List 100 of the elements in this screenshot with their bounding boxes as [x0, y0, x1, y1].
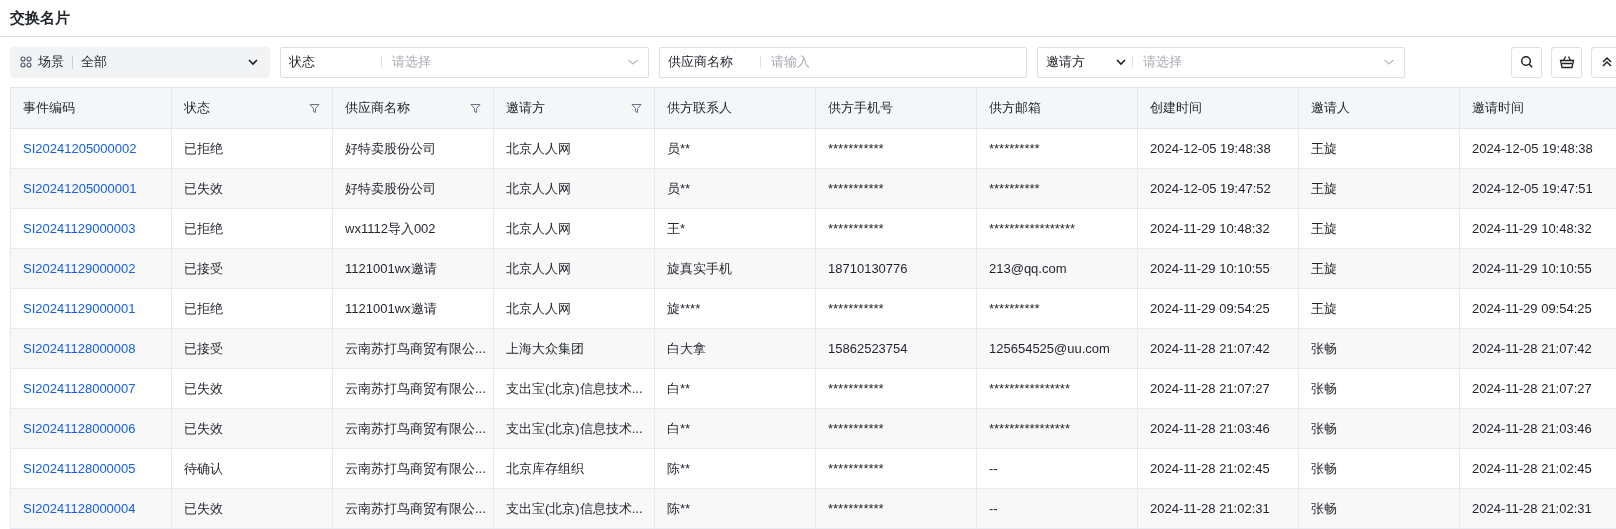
field-label: 状态: [289, 53, 316, 72]
table-cell: 1121001wx邀请: [345, 260, 437, 276]
table-cell: 支出宝(北京)信息技术...: [506, 380, 643, 396]
column-header: 邀请方: [506, 99, 545, 118]
table-cell: 旋****: [667, 300, 701, 316]
table-cell: ***********: [828, 140, 884, 156]
table-cell: 王旋: [1311, 300, 1337, 316]
table-cell: *****************: [989, 220, 1075, 236]
table-cell: 已拒绝: [184, 220, 223, 236]
table-cell: 北京人人网: [506, 140, 571, 156]
scene-selector[interactable]: 场景 全部: [10, 46, 270, 78]
column-header: 邀请人: [1311, 99, 1350, 118]
table-cell: 张畅: [1311, 340, 1337, 356]
table-cell: 2024-11-28 21:02:31: [1150, 500, 1270, 516]
table-cell: --: [989, 500, 998, 516]
table-cell: ***********: [828, 380, 884, 396]
column-header: 供方手机号: [828, 99, 893, 118]
placeholder-text: 请选择: [1143, 53, 1182, 72]
table-cell: 待确认: [184, 460, 223, 476]
table-cell: 已失效: [184, 420, 223, 436]
table-cell: 1121001wx邀请: [345, 300, 437, 316]
table-cell: 2024-12-05 19:47:52: [1150, 180, 1271, 196]
table-cell: 云南苏打鸟商贸有限公...: [345, 380, 486, 396]
table-cell: 陈**: [667, 460, 691, 476]
table-cell: 好特卖股份公司: [345, 180, 436, 196]
table-cell: wx1112导入002: [345, 220, 436, 236]
table-cell: ***********: [828, 300, 884, 316]
table-cell: 已接受: [184, 260, 223, 276]
table-cell: 15862523754: [828, 340, 908, 356]
table-cell: 北京人人网: [506, 260, 571, 276]
table-cell: 213@qq.com: [989, 260, 1067, 276]
collapse-icon: [1600, 56, 1613, 68]
table-cell: ***********: [828, 220, 884, 236]
scene-value: 全部: [81, 53, 107, 72]
table-cell: 2024-11-28 21:07:42: [1472, 340, 1592, 356]
table-cell: 已失效: [184, 380, 223, 396]
table-cell: 王旋: [1311, 140, 1337, 156]
table-cell: 支出宝(北京)信息技术...: [506, 500, 643, 516]
table-cell: 2024-11-28 21:07:27: [1150, 380, 1270, 396]
table-cell: 旋真实手机: [667, 260, 732, 276]
table-cell: 云南苏打鸟商贸有限公...: [345, 420, 486, 436]
table-cell: 北京人人网: [506, 220, 571, 236]
table-cell: 云南苏打鸟商贸有限公...: [345, 340, 486, 356]
table-cell: 张畅: [1311, 380, 1337, 396]
table-cell: 北京库存组织: [506, 460, 584, 476]
table-cell: 支出宝(北京)信息技术...: [506, 420, 643, 436]
table-cell: 2024-11-29 10:48:32: [1150, 220, 1270, 236]
table-cell: 白大拿: [667, 340, 706, 356]
table-cell: **********: [989, 300, 1040, 316]
table-cell: ***********: [828, 460, 884, 476]
page-title: 交换名片: [10, 7, 70, 28]
table-cell: 员**: [667, 180, 691, 196]
basket-icon: [1558, 55, 1575, 69]
table-cell: 张畅: [1311, 420, 1337, 436]
search-icon: [1519, 55, 1534, 69]
column-header: 创建时间: [1150, 99, 1202, 118]
table-cell: 北京人人网: [506, 300, 571, 316]
table-cell: 2024-11-28 21:03:46: [1150, 420, 1270, 436]
search-button[interactable]: [1511, 46, 1542, 78]
table-cell: 2024-12-05 19:48:38: [1472, 140, 1593, 156]
column-header: 事件编码: [23, 99, 75, 118]
basket-button[interactable]: [1551, 46, 1582, 78]
table-cell: 好特卖股份公司: [345, 140, 436, 156]
table-cell: 2024-11-28 21:03:46: [1472, 420, 1592, 436]
table-cell: 已失效: [184, 500, 223, 516]
filter-icon[interactable]: [470, 102, 481, 114]
table-cell: 已拒绝: [184, 300, 223, 316]
table-cell: ****************: [989, 420, 1070, 436]
table-cell: 2024-11-28 21:02:45: [1150, 460, 1270, 476]
table-cell: 云南苏打鸟商贸有限公...: [345, 460, 486, 476]
table-cell: 张畅: [1311, 460, 1337, 476]
table-cell: --: [989, 460, 998, 476]
table-cell: 已失效: [184, 180, 223, 196]
select-field[interactable]: 邀请方 请选择: [1037, 46, 1405, 78]
filter-icon[interactable]: [631, 102, 642, 114]
table-cell: 2024-11-29 10:48:32: [1472, 220, 1592, 236]
scene-label: 场景: [38, 53, 64, 72]
filter-icon[interactable]: [309, 102, 320, 114]
table-cell: 2024-11-28 21:07:42: [1150, 340, 1270, 356]
select-field[interactable]: 状态 请选择: [280, 46, 649, 78]
table-cell: 2024-12-05 19:48:38: [1150, 140, 1271, 156]
field-label: 邀请方: [1046, 53, 1086, 72]
placeholder-text: 请选择: [392, 53, 431, 72]
table-cell: 上海大众集团: [506, 340, 584, 356]
table-cell: 2024-12-05 19:47:51: [1472, 180, 1593, 196]
table-cell: 白**: [667, 380, 691, 396]
table-cell: 已接受: [184, 340, 223, 356]
collapse-button[interactable]: [1591, 46, 1616, 78]
table-cell: 2024-11-29 10:10:55: [1150, 260, 1270, 276]
table-cell: 北京人人网: [506, 180, 571, 196]
table-cell: 王旋: [1311, 260, 1337, 276]
table-cell: 张畅: [1311, 500, 1337, 516]
table-cell: 王旋: [1311, 220, 1337, 236]
table-cell: 2024-11-28 21:02:45: [1472, 460, 1592, 476]
table-cell: **********: [989, 140, 1040, 156]
table-cell: 2024-11-29 09:54:25: [1150, 300, 1270, 316]
grid-icon: [20, 56, 32, 68]
table-cell: 2024-11-29 09:54:25: [1472, 300, 1592, 316]
table-cell: 18710130776: [828, 260, 908, 276]
input-field[interactable]: 供应商名称 请输入: [659, 46, 1027, 78]
